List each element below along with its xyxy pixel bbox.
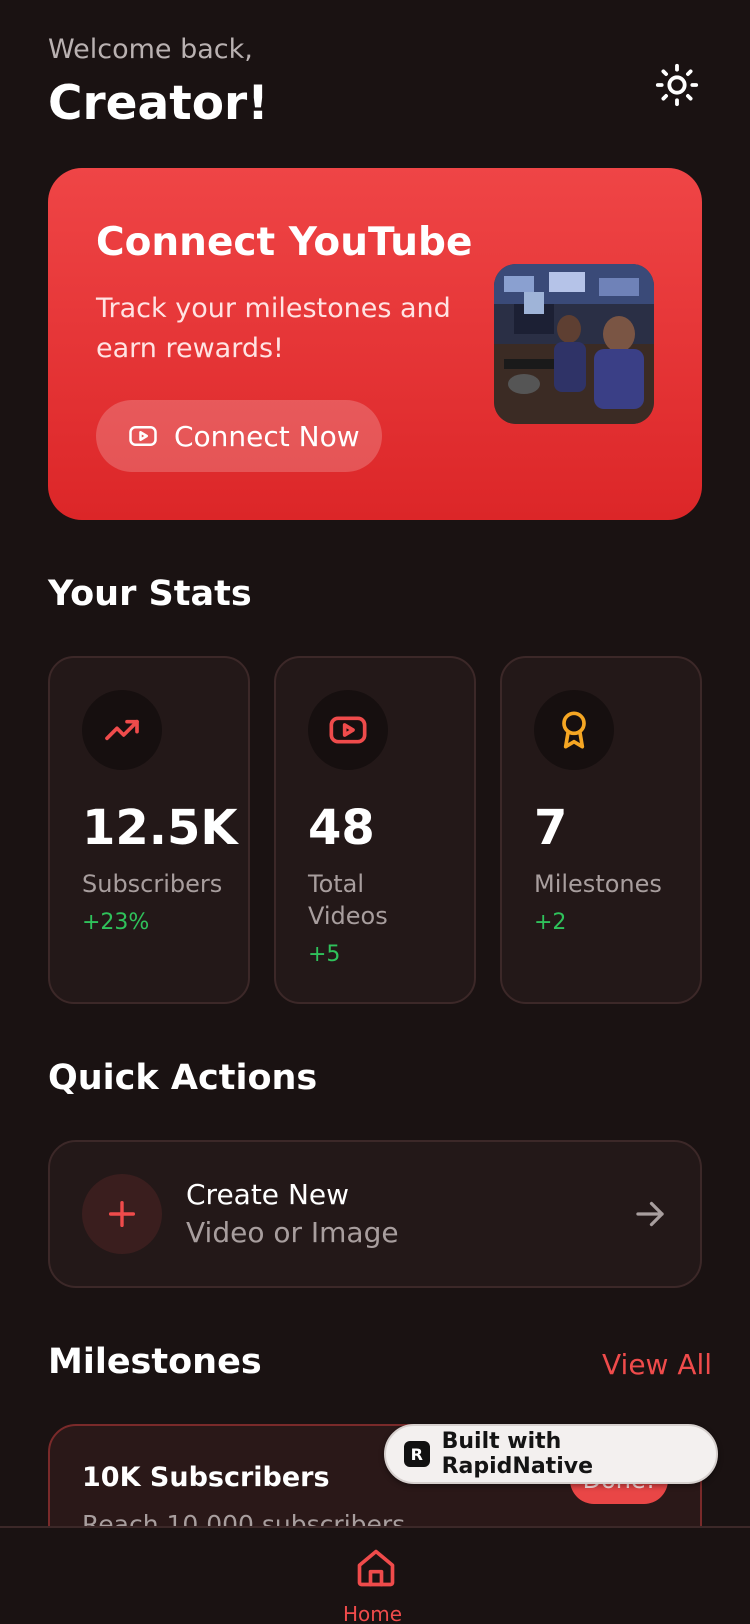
stat-icon-container [308,690,388,770]
create-new-action-card[interactable]: Create New Video or Image [48,1140,702,1288]
stat-label: Subscribers [82,870,223,898]
quick-actions-title: Quick Actions [48,1058,318,1098]
create-new-title: Create New [186,1178,350,1211]
stat-icon-container [82,690,162,770]
bottom-navigation: Home [0,1526,750,1624]
stat-delta: +2 [534,910,567,935]
youtube-icon [329,716,367,744]
stat-delta: +5 [308,942,341,967]
stat-label: Total Videos [308,870,388,930]
connect-youtube-subtitle: Track your milestones and earn rewards! [96,293,451,364]
gaming-event-photo [494,264,654,424]
sun-icon [655,63,699,107]
stats-section-title: Your Stats [48,574,252,614]
stat-card-subscribers[interactable]: 12.5K Subscribers +23% [48,656,250,1004]
connect-now-label: Connect Now [174,419,360,453]
stat-card-milestones[interactable]: 7 Milestones +2 [500,656,702,1004]
built-with-badge[interactable]: R Built with RapidNative [384,1424,718,1484]
stat-value: 12.5K [82,800,238,856]
arrow-right-icon [636,1201,664,1227]
plus-icon-container [82,1174,162,1254]
award-icon [562,711,586,749]
connect-youtube-title: Connect YouTube [96,220,473,265]
connect-now-button[interactable]: Connect Now [96,400,382,472]
stat-value: 7 [534,800,568,856]
youtube-icon [129,426,157,446]
stat-card-videos[interactable]: 48 Total Videos +5 [274,656,476,1004]
stat-value: 48 [308,800,375,856]
user-greeting-name: Creator! [48,76,269,131]
milestone-title: 10K Subscribers [82,1462,330,1493]
rapidnative-logo-icon: R [404,1441,430,1467]
stat-delta: +23% [82,910,150,935]
trending-up-icon [105,719,139,741]
stat-icon-container [534,690,614,770]
nav-home-label: Home [343,1602,403,1624]
view-all-link[interactable]: View All [602,1348,712,1381]
plus-icon [108,1200,136,1228]
home-icon [357,1549,395,1587]
theme-toggle-button[interactable] [652,60,702,110]
milestones-section-title: Milestones [48,1342,262,1382]
create-new-subtitle: Video or Image [186,1216,399,1249]
welcome-text: Welcome back, [48,34,253,65]
built-with-label: Built with RapidNative [441,1429,593,1479]
stat-label: Milestones [534,870,662,898]
